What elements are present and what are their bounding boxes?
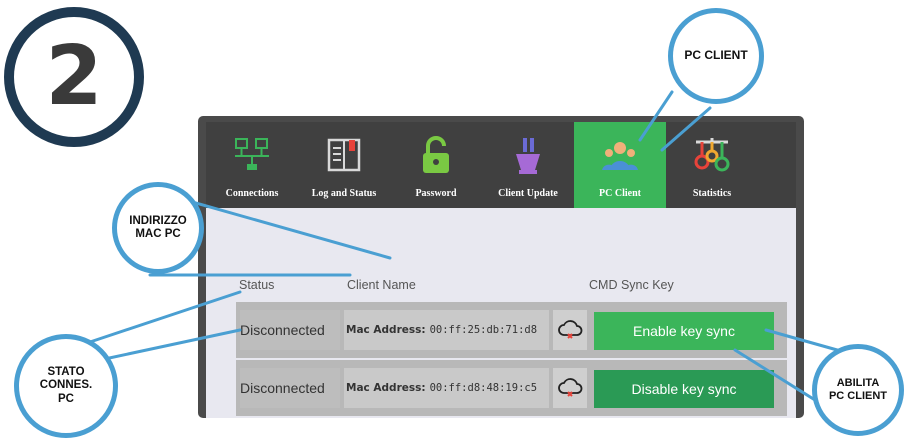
tab-label: Connections <box>225 188 279 199</box>
cloud-disconnected-icon[interactable] <box>553 368 587 408</box>
update-flask-icon <box>516 138 540 174</box>
disable-key-sync-button[interactable]: Disable key sync <box>594 370 774 408</box>
cloud-disconnected-icon[interactable] <box>553 310 587 350</box>
table-row: Disconnected Mac Address: 00:ff:d8:48:19… <box>236 360 787 416</box>
tab-password[interactable]: Password <box>390 122 482 208</box>
tab-label: Log and Status <box>311 188 377 199</box>
callout-pc-client: PC CLIENT <box>668 8 764 104</box>
mac-address-value: 00:ff:d8:48:19:c5 <box>429 382 538 394</box>
tab-label: Client Update <box>498 188 558 199</box>
statistics-icon <box>694 138 730 172</box>
callout-stato-connes: STATO CONNES. PC <box>14 334 118 438</box>
connection-status: Disconnected <box>240 368 340 408</box>
connection-status: Disconnected <box>240 310 340 350</box>
mac-address-cell: Mac Address: 00:ff:d8:48:19:c5 <box>344 368 549 408</box>
mac-address-label: Mac Address: <box>346 324 426 336</box>
log-book-icon <box>327 138 361 172</box>
column-header-status: Status <box>239 278 275 292</box>
callout-indirizzo-mac-text: INDIRIZZO MAC PC <box>129 214 187 240</box>
tab-connections[interactable]: Connections <box>206 122 298 208</box>
table-row: Disconnected Mac Address: 00:ff:25:db:71… <box>236 302 787 358</box>
tab-label: Statistics <box>692 188 732 199</box>
callout-abilita-pc-client-text: ABILITA PC CLIENT <box>828 377 888 402</box>
unlocked-padlock-icon <box>423 136 449 173</box>
pc-client-content: Status Client Name CMD Sync Key Disconne… <box>206 208 796 418</box>
tab-label: PC Client <box>599 188 641 199</box>
users-icon <box>602 142 638 170</box>
mac-address-value: 00:ff:25:db:71:d8 <box>429 324 538 336</box>
column-header-cmd-sync-key: CMD Sync Key <box>589 278 674 292</box>
mac-address-label: Mac Address: <box>346 382 426 394</box>
tab-log-and-status[interactable]: Log and Status <box>298 122 390 208</box>
callout-abilita-pc-client: ABILITA PC CLIENT <box>812 344 904 436</box>
tab-statistics[interactable]: Statistics <box>666 122 758 208</box>
step-number-badge: 2 <box>4 7 144 147</box>
column-header-client-name: Client Name <box>347 278 416 292</box>
enable-key-sync-button[interactable]: Enable key sync <box>594 312 774 350</box>
mac-address-cell: Mac Address: 00:ff:25:db:71:d8 <box>344 310 549 350</box>
tab-pc-client[interactable]: PC Client <box>574 122 666 208</box>
app-window: Connections Log and Status Password Clie… <box>198 116 804 418</box>
network-icon <box>235 138 269 170</box>
callout-pc-client-text: PC CLIENT <box>684 48 748 63</box>
tab-client-update[interactable]: Client Update <box>482 122 574 208</box>
callout-indirizzo-mac: INDIRIZZO MAC PC <box>112 182 204 274</box>
tab-label: Password <box>415 188 457 199</box>
callout-stato-connes-text: STATO CONNES. PC <box>39 366 93 405</box>
top-navigation-bar: Connections Log and Status Password Clie… <box>206 122 796 208</box>
step-number: 2 <box>45 29 103 124</box>
